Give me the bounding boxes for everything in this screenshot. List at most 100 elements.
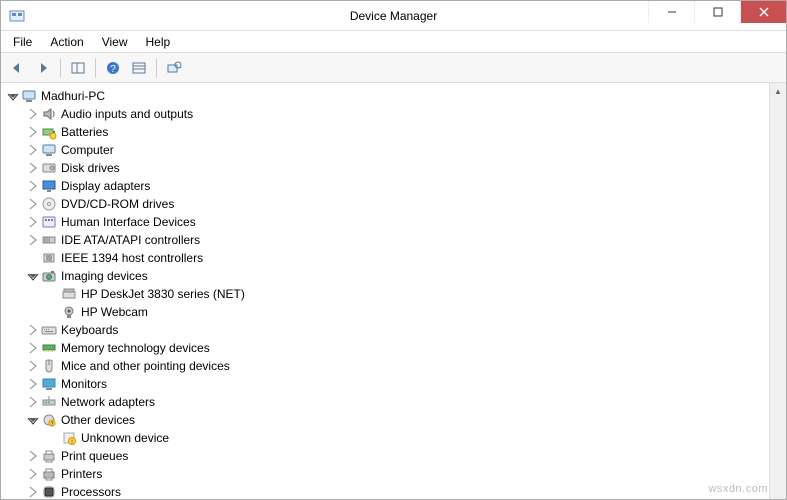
expander-closed-icon[interactable] (27, 360, 39, 372)
expander-closed-icon[interactable] (27, 342, 39, 354)
expander-closed-icon[interactable] (27, 468, 39, 480)
category-node[interactable]: IDE ATA/ATAPI controllers (25, 231, 786, 249)
category-node[interactable]: Printers (25, 465, 786, 483)
expander-closed-icon[interactable] (27, 108, 39, 120)
device-node[interactable]: Unknown device (45, 429, 786, 447)
device-label: Unknown device (79, 431, 171, 445)
close-button[interactable] (740, 1, 786, 23)
category-label: Audio inputs and outputs (59, 107, 195, 121)
scan-hardware-button[interactable] (162, 56, 186, 80)
category-node[interactable]: Batteries (25, 123, 786, 141)
expander-none (47, 288, 59, 300)
category-node[interactable]: Monitors (25, 375, 786, 393)
category-label: Processors (59, 485, 123, 499)
back-button[interactable] (5, 56, 29, 80)
svg-text:?: ? (110, 64, 116, 75)
category-label: DVD/CD-ROM drives (59, 197, 176, 211)
category-label: Keyboards (59, 323, 120, 337)
category-node[interactable]: Mice and other pointing devices (25, 357, 786, 375)
root-label: Madhuri-PC (39, 89, 107, 103)
expander-closed-icon[interactable] (27, 216, 39, 228)
show-hide-console-button[interactable] (66, 56, 90, 80)
expander-open-icon[interactable] (27, 414, 39, 426)
toolbar-separator (60, 58, 61, 78)
category-node[interactable]: Display adapters (25, 177, 786, 195)
category-label: IEEE 1394 host controllers (59, 251, 205, 265)
help-button[interactable]: ? (101, 56, 125, 80)
category-node[interactable]: Disk drives (25, 159, 786, 177)
menubar: File Action View Help (1, 31, 786, 53)
expander-closed-icon[interactable] (27, 198, 39, 210)
device-node[interactable]: HP DeskJet 3830 series (NET) (45, 285, 786, 303)
expander-closed-icon[interactable] (27, 396, 39, 408)
vertical-scrollbar[interactable]: ▲ (769, 83, 786, 499)
audio-icon (41, 106, 57, 122)
expander-none (47, 306, 59, 318)
toolbar-separator (156, 58, 157, 78)
forward-button[interactable] (31, 56, 55, 80)
ide-icon (41, 232, 57, 248)
titlebar[interactable]: Device Manager (1, 1, 786, 31)
minimize-button[interactable] (648, 1, 694, 23)
category-node[interactable]: Computer (25, 141, 786, 159)
category-node[interactable]: IEEE 1394 host controllers (25, 249, 786, 267)
device-label: HP Webcam (79, 305, 150, 319)
expander-closed-icon[interactable] (27, 126, 39, 138)
disk-icon (41, 160, 57, 176)
expander-none (27, 252, 39, 264)
category-node[interactable]: Processors (25, 483, 786, 499)
expander-open-icon[interactable] (27, 270, 39, 282)
scroll-up-arrow[interactable]: ▲ (770, 83, 786, 100)
monitor-icon (41, 376, 57, 392)
expander-closed-icon[interactable] (27, 144, 39, 156)
hid-icon (41, 214, 57, 230)
category-node[interactable]: Keyboards (25, 321, 786, 339)
other-icon (41, 412, 57, 428)
webcam-icon (61, 304, 77, 320)
category-label: Imaging devices (59, 269, 150, 283)
category-node[interactable]: Print queues (25, 447, 786, 465)
tree-content[interactable]: Madhuri-PC Audio inputs and outputs Batt… (1, 83, 786, 499)
imaging-icon (41, 268, 57, 284)
category-label: Mice and other pointing devices (59, 359, 232, 373)
category-label: Human Interface Devices (59, 215, 198, 229)
category-node[interactable]: Network adapters (25, 393, 786, 411)
category-node[interactable]: Human Interface Devices (25, 213, 786, 231)
category-node[interactable]: Imaging devices (25, 267, 786, 285)
menu-help[interactable]: Help (138, 33, 179, 51)
category-node[interactable]: Memory technology devices (25, 339, 786, 357)
properties-button[interactable] (127, 56, 151, 80)
category-label: IDE ATA/ATAPI controllers (59, 233, 202, 247)
expander-closed-icon[interactable] (27, 486, 39, 498)
scanner-icon (61, 286, 77, 302)
menu-file[interactable]: File (5, 33, 40, 51)
tree-root-node[interactable]: Madhuri-PC (5, 87, 786, 105)
category-label: Memory technology devices (59, 341, 212, 355)
category-node[interactable]: DVD/CD-ROM drives (25, 195, 786, 213)
keyboard-icon (41, 322, 57, 338)
expander-closed-icon[interactable] (27, 450, 39, 462)
maximize-button[interactable] (694, 1, 740, 23)
memory-icon (41, 340, 57, 356)
toolbar-separator (95, 58, 96, 78)
expander-closed-icon[interactable] (27, 162, 39, 174)
processor-icon (41, 484, 57, 499)
expander-closed-icon[interactable] (27, 180, 39, 192)
watermark: wsxdn.com (708, 483, 768, 495)
category-label: Other devices (59, 413, 137, 427)
computer-icon (41, 142, 57, 158)
menu-view[interactable]: View (94, 33, 136, 51)
expander-closed-icon[interactable] (27, 324, 39, 336)
app-icon (9, 8, 25, 24)
toolbar: ? (1, 53, 786, 83)
category-label: Disk drives (59, 161, 122, 175)
device-node[interactable]: HP Webcam (45, 303, 786, 321)
category-node[interactable]: Other devices (25, 411, 786, 429)
expander-open-icon[interactable] (7, 90, 19, 102)
menu-action[interactable]: Action (42, 33, 91, 51)
expander-closed-icon[interactable] (27, 378, 39, 390)
category-node[interactable]: Audio inputs and outputs (25, 105, 786, 123)
expander-closed-icon[interactable] (27, 234, 39, 246)
mouse-icon (41, 358, 57, 374)
ieee1394-icon (41, 250, 57, 266)
